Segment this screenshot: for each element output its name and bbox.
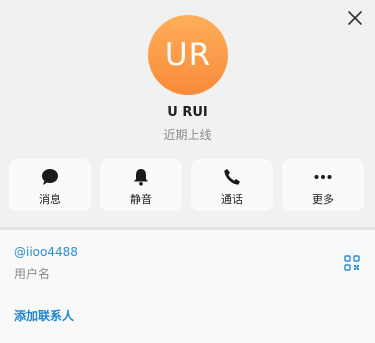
more-button[interactable]: 更多 [282,159,364,211]
action-bar: 消息 静音 通话 更多 [9,159,364,211]
mute-label: 静音 [130,193,152,206]
more-label: 更多 [312,193,334,206]
message-button[interactable]: 消息 [9,159,91,211]
last-seen-status: 近期上线 [163,128,212,142]
message-label: 消息 [39,193,61,206]
qr-code-icon[interactable] [344,255,360,271]
avatar: UR [148,15,228,95]
bell-icon [131,167,151,187]
profile-header: UR U RUI 近期上线 消息 静音 通话 更多 [0,0,375,227]
profile-name: U RUI [167,105,208,120]
close-icon[interactable] [347,10,363,26]
mute-button[interactable]: 静音 [100,159,182,211]
username-value[interactable]: @iioo4488 [14,245,78,259]
call-button[interactable]: 通话 [191,159,273,211]
username-caption: 用户名 [14,267,51,281]
phone-icon [222,167,242,187]
more-dots-icon [313,167,333,187]
add-contact-button[interactable]: 添加联系人 [14,307,74,324]
info-section: @iioo4488 用户名 添加联系人 [0,230,375,343]
avatar-initials: UR [164,37,212,73]
call-label: 通话 [221,193,243,206]
chat-bubble-icon [40,167,60,187]
